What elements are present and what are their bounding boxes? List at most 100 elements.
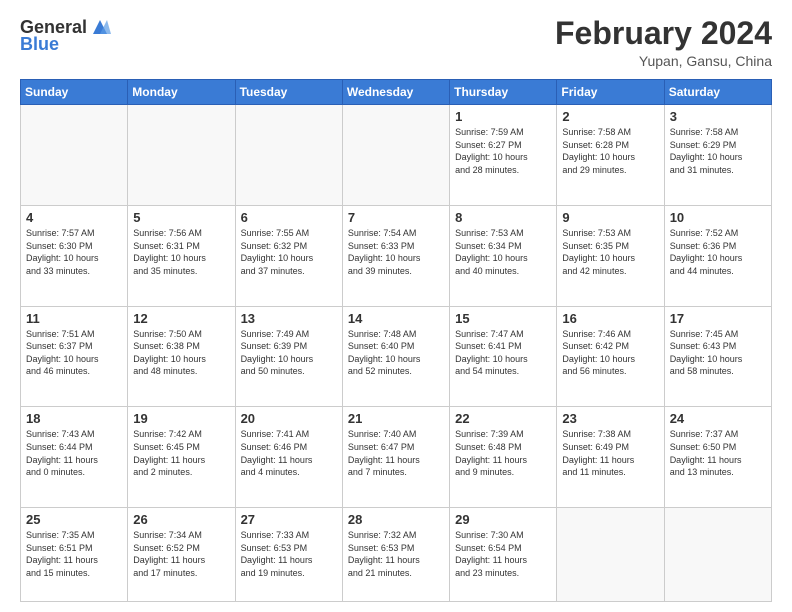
table-row: 22 Sunrise: 7:39 AM Sunset: 6:48 PM Dayli…	[450, 407, 557, 508]
table-row: 12 Sunrise: 7:50 AM Sunset: 6:38 PM Dayli…	[128, 306, 235, 407]
day-info: Sunrise: 7:38 AM Sunset: 6:49 PM Dayligh…	[562, 428, 658, 478]
day-info: Sunrise: 7:59 AM Sunset: 6:27 PM Dayligh…	[455, 126, 551, 176]
table-row: 4Sunrise: 7:57 AM Sunset: 6:30 PM Daylig…	[21, 205, 128, 306]
day-number: 7	[348, 210, 444, 225]
table-row: 2Sunrise: 7:58 AM Sunset: 6:28 PM Daylig…	[557, 105, 664, 206]
table-row	[235, 105, 342, 206]
table-row: 13 Sunrise: 7:49 AM Sunset: 6:39 PM Dayli…	[235, 306, 342, 407]
table-row: 11 Sunrise: 7:51 AM Sunset: 6:37 PM Dayli…	[21, 306, 128, 407]
day-number: 13	[241, 311, 337, 326]
calendar-week-row: 4Sunrise: 7:57 AM Sunset: 6:30 PM Daylig…	[21, 205, 772, 306]
table-row: 27 Sunrise: 7:33 AM Sunset: 6:53 PM Dayli…	[235, 508, 342, 602]
calendar-header-saturday: Saturday	[664, 80, 771, 105]
day-number: 18	[26, 411, 122, 426]
day-info: Sunrise: 7:52 AM Sunset: 6:36 PM Dayligh…	[670, 227, 766, 277]
table-row: 16Sunrise: 7:46 AM Sunset: 6:42 PM Dayli…	[557, 306, 664, 407]
table-row	[342, 105, 449, 206]
day-info: Sunrise: 7:51 AM Sunset: 6:37 PM Dayligh…	[26, 328, 122, 378]
table-row: 6 Sunrise: 7:55 AM Sunset: 6:32 PM Daylig…	[235, 205, 342, 306]
day-info: Sunrise: 7:33 AM Sunset: 6:53 PM Dayligh…	[241, 529, 337, 579]
day-info: Sunrise: 7:39 AM Sunset: 6:48 PM Dayligh…	[455, 428, 551, 478]
day-info: Sunrise: 7:55 AM Sunset: 6:32 PM Dayligh…	[241, 227, 337, 277]
day-number: 21	[348, 411, 444, 426]
table-row	[664, 508, 771, 602]
day-number: 11	[26, 311, 122, 326]
calendar-header-row: SundayMondayTuesdayWednesdayThursdayFrid…	[21, 80, 772, 105]
day-number: 9	[562, 210, 658, 225]
day-number: 23	[562, 411, 658, 426]
day-number: 28	[348, 512, 444, 527]
day-number: 1	[455, 109, 551, 124]
table-row: 17Sunrise: 7:45 AM Sunset: 6:43 PM Dayli…	[664, 306, 771, 407]
day-info: Sunrise: 7:37 AM Sunset: 6:50 PM Dayligh…	[670, 428, 766, 478]
table-row: 21 Sunrise: 7:40 AM Sunset: 6:47 PM Dayli…	[342, 407, 449, 508]
day-info: Sunrise: 7:45 AM Sunset: 6:43 PM Dayligh…	[670, 328, 766, 378]
day-info: Sunrise: 7:34 AM Sunset: 6:52 PM Dayligh…	[133, 529, 229, 579]
table-row: 28Sunrise: 7:32 AM Sunset: 6:53 PM Dayli…	[342, 508, 449, 602]
location: Yupan, Gansu, China	[555, 53, 772, 69]
table-row: 19 Sunrise: 7:42 AM Sunset: 6:45 PM Dayli…	[128, 407, 235, 508]
day-info: Sunrise: 7:49 AM Sunset: 6:39 PM Dayligh…	[241, 328, 337, 378]
day-number: 2	[562, 109, 658, 124]
table-row: 5 Sunrise: 7:56 AM Sunset: 6:31 PM Daylig…	[128, 205, 235, 306]
day-info: Sunrise: 7:53 AM Sunset: 6:35 PM Dayligh…	[562, 227, 658, 277]
day-number: 12	[133, 311, 229, 326]
day-number: 5	[133, 210, 229, 225]
table-row: 26 Sunrise: 7:34 AM Sunset: 6:52 PM Dayli…	[128, 508, 235, 602]
day-number: 16	[562, 311, 658, 326]
table-row: 25Sunrise: 7:35 AM Sunset: 6:51 PM Dayli…	[21, 508, 128, 602]
day-number: 6	[241, 210, 337, 225]
calendar-week-row: 11 Sunrise: 7:51 AM Sunset: 6:37 PM Dayli…	[21, 306, 772, 407]
day-number: 3	[670, 109, 766, 124]
day-number: 26	[133, 512, 229, 527]
table-row: 24 Sunrise: 7:37 AM Sunset: 6:50 PM Dayli…	[664, 407, 771, 508]
calendar-header-sunday: Sunday	[21, 80, 128, 105]
table-row: 3 Sunrise: 7:58 AM Sunset: 6:29 PM Daylig…	[664, 105, 771, 206]
day-number: 8	[455, 210, 551, 225]
day-info: Sunrise: 7:54 AM Sunset: 6:33 PM Dayligh…	[348, 227, 444, 277]
calendar-header-wednesday: Wednesday	[342, 80, 449, 105]
day-info: Sunrise: 7:42 AM Sunset: 6:45 PM Dayligh…	[133, 428, 229, 478]
table-row: 8 Sunrise: 7:53 AM Sunset: 6:34 PM Daylig…	[450, 205, 557, 306]
header: General Blue February 2024 Yupan, Gansu,…	[20, 16, 772, 69]
day-number: 10	[670, 210, 766, 225]
day-info: Sunrise: 7:41 AM Sunset: 6:46 PM Dayligh…	[241, 428, 337, 478]
table-row	[128, 105, 235, 206]
day-info: Sunrise: 7:50 AM Sunset: 6:38 PM Dayligh…	[133, 328, 229, 378]
day-number: 19	[133, 411, 229, 426]
calendar-week-row: 18 Sunrise: 7:43 AM Sunset: 6:44 PM Dayli…	[21, 407, 772, 508]
day-number: 24	[670, 411, 766, 426]
day-info: Sunrise: 7:53 AM Sunset: 6:34 PM Dayligh…	[455, 227, 551, 277]
calendar-header-thursday: Thursday	[450, 80, 557, 105]
day-info: Sunrise: 7:58 AM Sunset: 6:29 PM Dayligh…	[670, 126, 766, 176]
logo-blue: Blue	[20, 34, 59, 55]
table-row: 9 Sunrise: 7:53 AM Sunset: 6:35 PM Daylig…	[557, 205, 664, 306]
day-info: Sunrise: 7:30 AM Sunset: 6:54 PM Dayligh…	[455, 529, 551, 579]
table-row: 15Sunrise: 7:47 AM Sunset: 6:41 PM Dayli…	[450, 306, 557, 407]
table-row: 1 Sunrise: 7:59 AM Sunset: 6:27 PM Daylig…	[450, 105, 557, 206]
day-info: Sunrise: 7:47 AM Sunset: 6:41 PM Dayligh…	[455, 328, 551, 378]
logo: General Blue	[20, 16, 111, 55]
day-number: 27	[241, 512, 337, 527]
table-row	[21, 105, 128, 206]
day-info: Sunrise: 7:35 AM Sunset: 6:51 PM Dayligh…	[26, 529, 122, 579]
day-number: 14	[348, 311, 444, 326]
day-number: 29	[455, 512, 551, 527]
table-row: 20 Sunrise: 7:41 AM Sunset: 6:46 PM Dayli…	[235, 407, 342, 508]
day-number: 4	[26, 210, 122, 225]
day-number: 22	[455, 411, 551, 426]
title-block: February 2024 Yupan, Gansu, China	[555, 16, 772, 69]
day-info: Sunrise: 7:56 AM Sunset: 6:31 PM Dayligh…	[133, 227, 229, 277]
table-row: 18 Sunrise: 7:43 AM Sunset: 6:44 PM Dayli…	[21, 407, 128, 508]
day-info: Sunrise: 7:48 AM Sunset: 6:40 PM Dayligh…	[348, 328, 444, 378]
calendar-header-friday: Friday	[557, 80, 664, 105]
day-number: 20	[241, 411, 337, 426]
day-info: Sunrise: 7:40 AM Sunset: 6:47 PM Dayligh…	[348, 428, 444, 478]
day-info: Sunrise: 7:43 AM Sunset: 6:44 PM Dayligh…	[26, 428, 122, 478]
table-row: 10 Sunrise: 7:52 AM Sunset: 6:36 PM Dayli…	[664, 205, 771, 306]
calendar-header-monday: Monday	[128, 80, 235, 105]
logo-icon	[89, 16, 111, 38]
calendar-week-row: 1 Sunrise: 7:59 AM Sunset: 6:27 PM Daylig…	[21, 105, 772, 206]
calendar-table: SundayMondayTuesdayWednesdayThursdayFrid…	[20, 79, 772, 602]
calendar-header-tuesday: Tuesday	[235, 80, 342, 105]
